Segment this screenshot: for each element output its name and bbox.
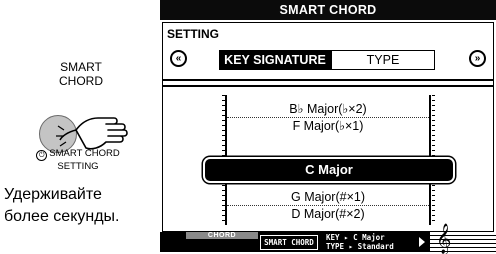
prev-tab-button[interactable]: « xyxy=(170,50,187,67)
hold-caption-line1: SMART CHORD xyxy=(49,148,120,159)
instruction-text: Удерживайте более секунды. xyxy=(4,184,154,228)
key-list-selected[interactable]: C Major xyxy=(205,159,453,181)
type-status: TYPE ▸ Standard xyxy=(326,242,394,251)
chord-tab: CHORD xyxy=(186,232,258,239)
tab-type[interactable]: TYPE xyxy=(331,50,435,70)
key-list-item[interactable]: F Major(♭×1) xyxy=(227,118,429,134)
status-strip: CHORD SMART CHORD KEY ▸ C Major TYPE ▸ S… xyxy=(160,226,496,252)
treble-staff: 𝄞 xyxy=(430,226,496,252)
key-list-panel: B♭ Major(♭×2) F Major(♭×1) C Major G Maj… xyxy=(162,86,494,232)
hold-caption-line2: SETTING xyxy=(57,161,99,172)
treble-clef-icon: 𝄞 xyxy=(436,224,452,254)
tab-key-signature[interactable]: KEY SIGNATURE xyxy=(219,50,331,70)
key-status: KEY ▸ C Major xyxy=(326,233,385,242)
screen-title-bar: SMART CHORD xyxy=(160,0,496,20)
button-label-line1: SMART xyxy=(60,60,102,74)
power-hold-icon: ⏻ xyxy=(36,150,48,161)
setting-panel: SETTING « KEY SIGNATURE TYPE » xyxy=(162,22,494,86)
lcd-screen: SMART CHORD SETTING « KEY SIGNATURE TYPE… xyxy=(160,0,496,252)
instruction-line2: более секунды. xyxy=(4,208,120,225)
instruction-line1: Удерживайте xyxy=(4,186,102,203)
screen-title: SMART CHORD xyxy=(279,3,377,17)
key-list-item[interactable]: G Major(#×1) xyxy=(227,189,429,206)
smart-chord-mode-box: SMART CHORD xyxy=(260,235,318,250)
panel-divider xyxy=(162,79,494,81)
key-list-item[interactable]: D Major(#×2) xyxy=(227,206,429,222)
key-list-item[interactable]: B♭ Major(♭×2) xyxy=(227,101,429,118)
hold-caption: ⏻ SMART CHORD SETTING xyxy=(14,148,142,172)
setting-label: SETTING xyxy=(167,27,220,41)
next-tab-button[interactable]: » xyxy=(469,50,486,67)
smart-chord-button-label: SMART CHORD xyxy=(38,60,124,88)
arrow-right-icon xyxy=(419,237,425,247)
button-label-line2: CHORD xyxy=(59,74,103,88)
